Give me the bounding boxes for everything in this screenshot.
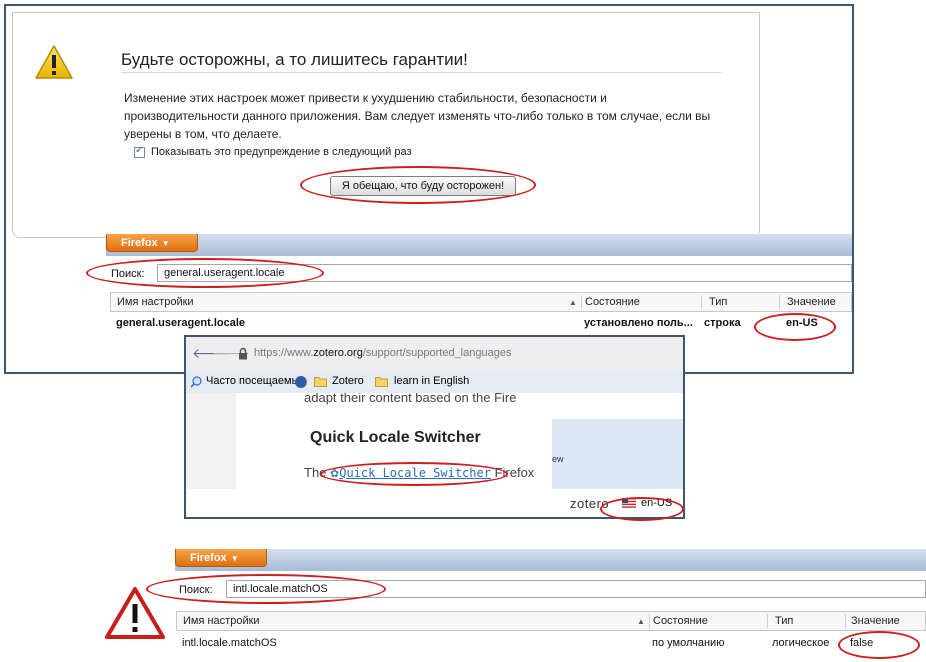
show-warning-checkbox[interactable] [134, 145, 145, 158]
firefox-icon [295, 376, 307, 388]
warning-sign-icon [105, 587, 165, 639]
paragraph: The ✿Quick Locale Switcher Firefox [304, 465, 534, 480]
pref-value: en-US [786, 317, 818, 329]
search-input[interactable]: intl.locale.matchOS [226, 580, 926, 598]
us-flag-icon [622, 498, 636, 508]
navigation-bar: 🡐 🡒 https://www.zotero.org/support/suppo… [186, 337, 683, 371]
sidebar-panel [552, 419, 683, 489]
browser-window: 🡐 🡒 https://www.zotero.org/support/suppo… [184, 335, 685, 521]
column-header-name[interactable]: Имя настройки [117, 296, 194, 308]
firefox-menu-button[interactable]: Firefox ▼ [106, 234, 198, 252]
warning-text: Изменение этих настроек может привести к… [124, 91, 711, 141]
sort-ascending-icon: ▲ [637, 617, 645, 626]
url-bar[interactable]: https://www.zotero.org/support/supported… [254, 347, 511, 359]
paragraph-end: Firefox [490, 465, 535, 480]
folder-icon [375, 377, 388, 387]
bookmarks-bar: Часто посещаемые Zotero learn in English [186, 371, 683, 393]
bookmark-most-visited[interactable]: Часто посещаемые [206, 375, 306, 387]
locale-indicator[interactable]: en-US [641, 497, 672, 509]
folder-icon [314, 377, 327, 387]
column-header-name[interactable]: Имя настройки [183, 615, 260, 627]
warning-title: Будьте осторожны, а то лишитесь гарантии… [121, 50, 468, 69]
about-config-window-top: Будьте осторожны, а то лишитесь гарантии… [4, 4, 854, 374]
chevron-down-icon: ▼ [230, 554, 239, 563]
table-row[interactable]: intl.locale.matchOS по умолчанию логичес… [176, 634, 926, 652]
show-warning-checkbox-label: Показывать это предупреждение в следующи… [151, 146, 412, 158]
column-header-value[interactable]: Значение [787, 296, 836, 308]
side-text: ew [552, 454, 564, 464]
lock-icon [239, 347, 247, 360]
column-header-status[interactable]: Состояние [585, 296, 640, 308]
firefox-menu-label: Firefox [190, 552, 227, 564]
url-path: /support/supported_languages [362, 347, 512, 359]
sort-ascending-icon: ▲ [569, 298, 577, 307]
bookmark-learn-in-english[interactable]: learn in English [394, 375, 469, 387]
prefs-table-header: Имя настройки ▲ Состояние Тип Значение [176, 611, 926, 631]
firefox-menu-button[interactable]: Firefox ▼ [175, 549, 267, 567]
table-row[interactable]: general.useragent.locale установлено пол… [110, 314, 852, 332]
pref-name: general.useragent.locale [116, 317, 245, 329]
url-domain: zotero.org [313, 347, 363, 359]
column-header-status[interactable]: Состояние [653, 615, 708, 627]
firefox-toolbar [106, 234, 852, 256]
page-gutter [186, 393, 236, 489]
firefox-menu-label: Firefox [121, 237, 158, 249]
pref-status: установлено поль... [584, 317, 693, 329]
section-heading: Quick Locale Switcher [310, 429, 481, 446]
chevron-down-icon: ▼ [161, 239, 170, 248]
search-label: Поиск: [179, 584, 213, 596]
column-header-value[interactable]: Значение [851, 615, 900, 627]
pref-status: по умолчанию [652, 637, 725, 649]
promise-button[interactable]: Я обещаю, что буду осторожен! [330, 176, 516, 196]
extension-icon: ✿ [330, 468, 340, 480]
zotero-logo[interactable]: zotero [570, 496, 609, 511]
firefox-toolbar [175, 549, 926, 571]
pref-type: логическое [772, 637, 830, 649]
search-input[interactable]: general.useragent.locale [157, 264, 852, 282]
prefs-table-header: Имя настройки ▲ Состояние Тип Значение [110, 292, 852, 312]
pref-value: false [850, 637, 874, 649]
pref-name: intl.locale.matchOS [182, 637, 277, 649]
search-history-icon [190, 376, 202, 388]
pref-type: строка [704, 317, 741, 329]
url-prefix: https://www. [254, 347, 314, 359]
column-header-type[interactable]: Тип [709, 296, 727, 308]
bookmark-zotero[interactable]: Zotero [332, 375, 364, 387]
warning-divider [121, 72, 721, 73]
paragraph-start: The [304, 465, 331, 480]
show-warning-checkbox-row[interactable]: Показывать это предупреждение в следующи… [134, 145, 412, 158]
status-bar: zotero en-US [186, 489, 683, 517]
column-header-type[interactable]: Тип [775, 615, 793, 627]
search-label: Поиск: [111, 268, 145, 280]
cut-paragraph-text: adapt their content based on the Fire [304, 393, 517, 405]
quick-locale-switcher-link[interactable]: Quick Locale Switcher [339, 466, 491, 480]
warning-icon [35, 45, 73, 79]
